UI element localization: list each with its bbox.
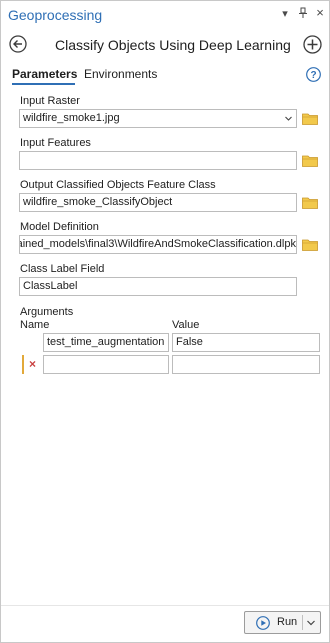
active-tab-indicator [12,83,75,85]
folder-icon[interactable] [302,196,318,209]
argument-name-field[interactable]: test_time_augmentation [43,333,169,352]
input-raster-label: Input Raster [20,95,80,107]
folder-icon[interactable] [302,238,318,251]
tool-header: Classify Objects Using Deep Learning [1,30,329,60]
output-class-field[interactable]: wildfire_smoke_ClassifyObject [19,193,297,212]
run-label: Run [277,616,298,628]
help-icon[interactable]: ? [306,67,321,82]
chevron-down-icon [285,116,292,121]
delete-row-icon[interactable]: × [29,358,36,370]
input-features-field[interactable] [19,151,297,170]
class-label-field-label: Class Label Field [20,263,105,275]
tab-environments[interactable]: Environments [84,67,157,81]
svg-text:?: ? [310,70,316,81]
chevron-down-icon[interactable] [307,620,315,626]
model-definition-field[interactable]: \trained_models\final3\WildfireAndSmokeC… [19,235,297,254]
folder-icon[interactable] [302,154,318,167]
pane-menu-icon[interactable]: ▾ [279,7,291,21]
footer-divider [1,605,329,606]
new-row-marker [22,355,24,374]
run-button[interactable]: Run [244,611,321,634]
model-definition-value: \trained_models\final3\WildfireAndSmokeC… [19,238,296,250]
tool-title: Classify Objects Using Deep Learning [55,37,291,53]
pane-title: Geoprocessing [8,7,103,23]
input-features-label: Input Features [20,137,91,149]
back-arrow-icon[interactable] [9,35,27,53]
model-definition-label: Model Definition [20,221,99,233]
output-class-value: wildfire_smoke_ClassifyObject [23,196,173,208]
close-icon[interactable]: × [314,5,326,20]
play-icon [256,616,270,630]
output-class-label: Output Classified Objects Feature Class [20,179,216,191]
input-raster-dropdown[interactable]: wildfire_smoke1.jpg [19,109,297,128]
argument-value-field[interactable]: False [172,333,320,352]
run-button-divider [302,615,303,630]
input-raster-value: wildfire_smoke1.jpg [23,112,120,124]
arguments-name-header: Name [20,319,50,331]
argument-value-field-empty[interactable] [172,355,320,374]
argument-name-field-empty[interactable] [43,355,169,374]
arguments-label: Arguments [20,306,74,318]
class-label-field[interactable]: ClassLabel [19,277,297,296]
pin-icon[interactable] [297,7,309,21]
argument-value-value: False [176,336,203,348]
tab-parameters[interactable]: Parameters [12,67,77,81]
add-icon[interactable] [303,35,322,54]
argument-name-value: test_time_augmentation [47,336,165,348]
folder-icon[interactable] [302,112,318,125]
pane-titlebar: Geoprocessing ▾ × [1,1,329,29]
arguments-value-header: Value [172,319,200,331]
class-label-value: ClassLabel [23,280,78,292]
